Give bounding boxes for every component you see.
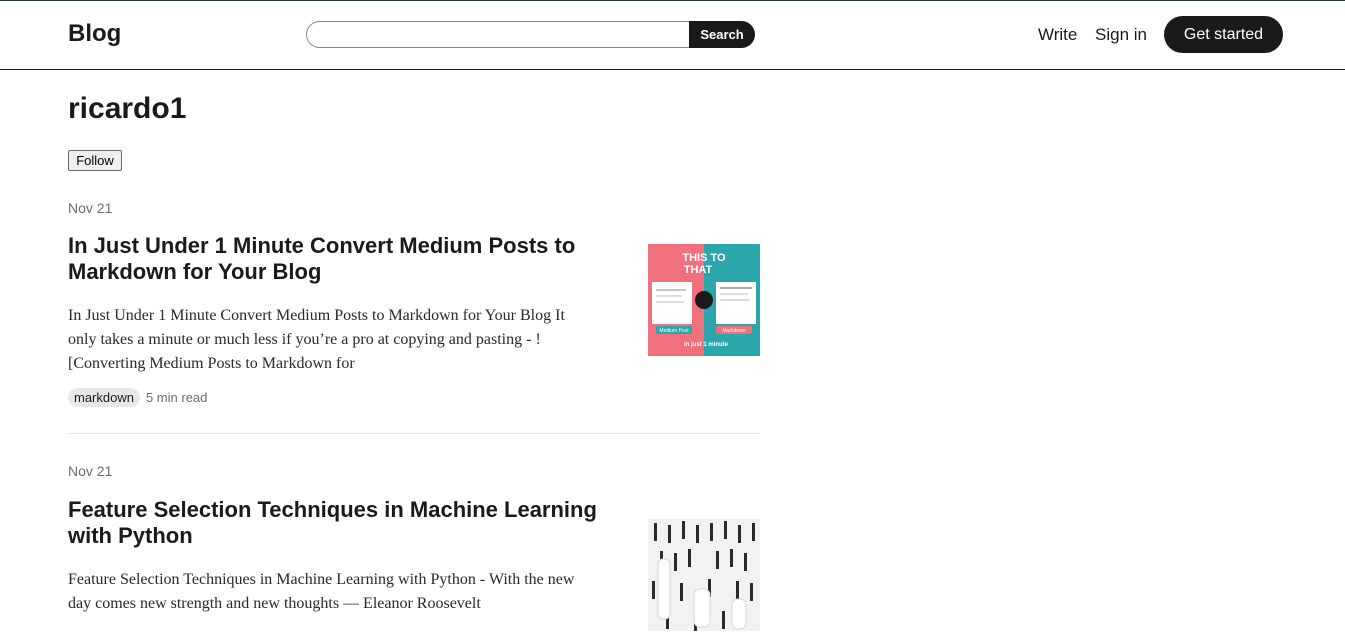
post-thumbnail-link[interactable] xyxy=(648,519,760,631)
search-input[interactable] xyxy=(306,21,689,48)
site-header: Blog Search Write Sign in Get started xyxy=(0,1,1345,70)
post-title-link[interactable]: In Just Under 1 Minute Convert Medium Po… xyxy=(68,233,608,285)
post-date: Nov 21 xyxy=(68,463,113,479)
author-name: ricardo1 xyxy=(68,92,187,125)
post-tag[interactable]: markdown xyxy=(68,388,140,407)
svg-text:THIS TO: THIS TO xyxy=(682,252,726,264)
post-excerpt: Feature Selection Techniques in Machine … xyxy=(68,571,575,612)
svg-text:THAT: THAT xyxy=(684,264,713,276)
post-title-link[interactable]: Feature Selection Techniques in Machine … xyxy=(68,497,608,549)
post-date: Nov 21 xyxy=(68,200,113,216)
post-divider xyxy=(68,433,760,434)
post-thumbnail-link[interactable]: THIS TO THAT Medium Post Markdown in jus… xyxy=(648,244,760,356)
site-logo[interactable]: Blog xyxy=(68,20,121,48)
spoons-pattern-image xyxy=(648,519,760,631)
search-button[interactable]: Search xyxy=(689,21,755,48)
svg-text:Medium Post: Medium Post xyxy=(659,328,689,334)
read-time: 5 min read xyxy=(145,390,208,405)
convert-graphic-image: THIS TO THAT Medium Post Markdown in jus… xyxy=(648,244,760,356)
search-form: Search xyxy=(306,21,755,48)
svg-text:in just 1 minute: in just 1 minute xyxy=(684,342,729,348)
post-meta: markdown 5 min read xyxy=(68,388,207,407)
post-excerpt: In Just Under 1 Minute Convert Medium Po… xyxy=(68,307,565,372)
nav-write-link[interactable]: Write xyxy=(1038,25,1077,45)
get-started-button[interactable]: Get started xyxy=(1164,16,1283,53)
follow-button[interactable]: Follow xyxy=(68,150,122,171)
svg-text:Markdown: Markdown xyxy=(722,328,745,334)
nav-signin-link[interactable]: Sign in xyxy=(1095,25,1147,45)
